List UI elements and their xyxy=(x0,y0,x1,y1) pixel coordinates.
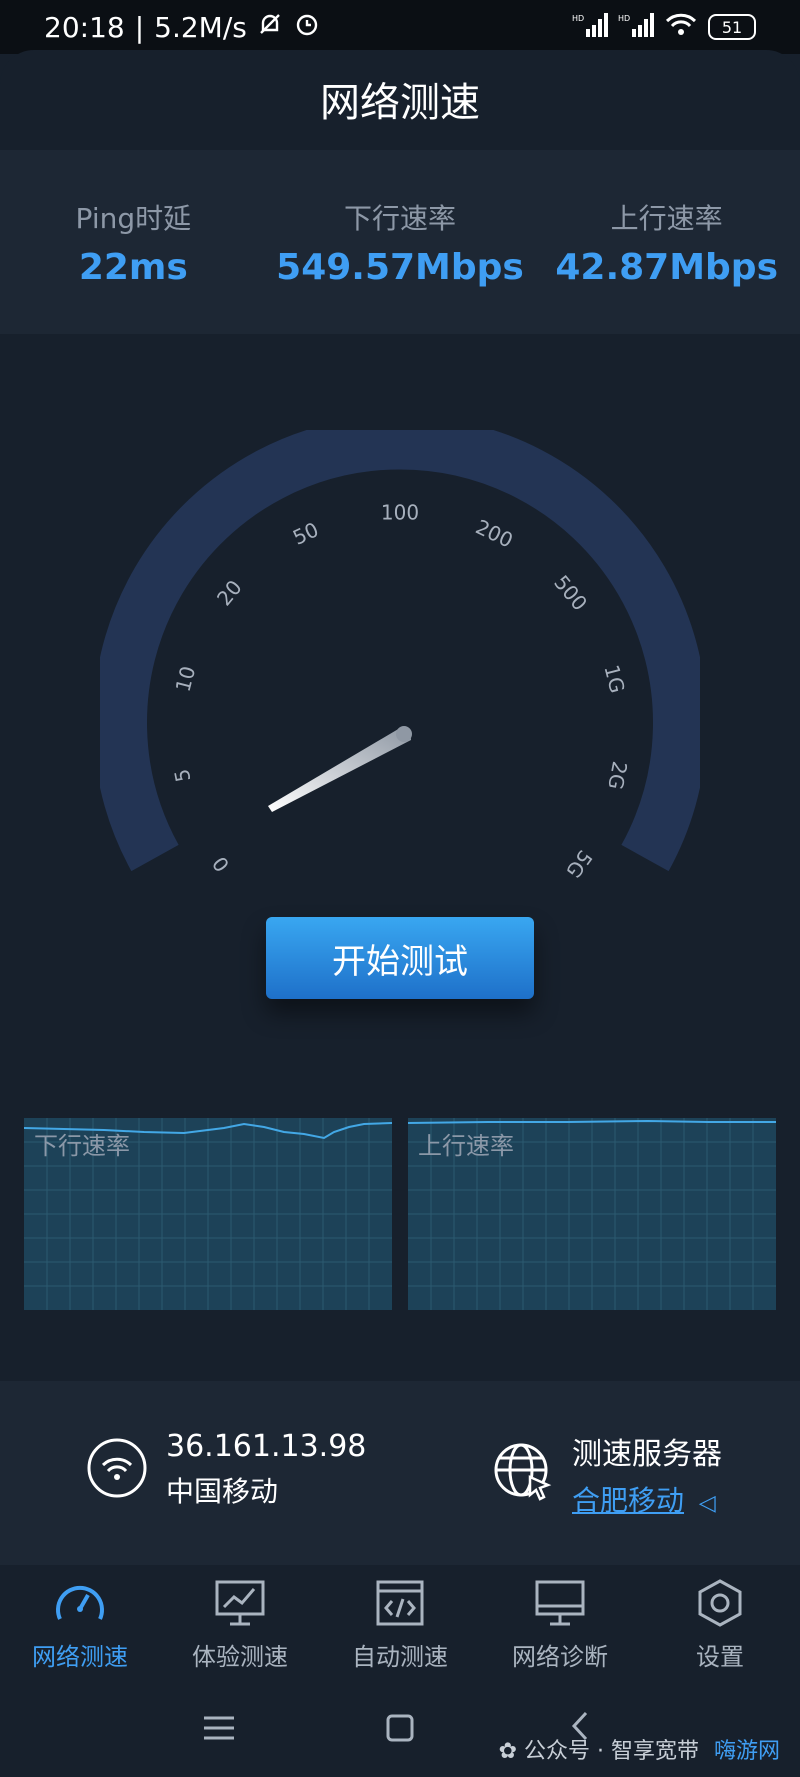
browser-code-icon xyxy=(374,1579,426,1631)
gauge-tick-label: 500 xyxy=(549,570,592,615)
network-info-text: 36.161.13.98 中国移动 xyxy=(166,1429,366,1510)
status-time: 20:18 xyxy=(44,10,125,44)
wifi-icon xyxy=(664,11,698,44)
gauge-tick-label: 5 xyxy=(169,767,195,784)
connection-info-panel: 36.161.13.98 中国移动 测速服务器 合肥移动 ◁ xyxy=(0,1381,800,1565)
nav-label-settings: 设置 xyxy=(696,1642,744,1671)
server-info: 测速服务器 合肥移动 ◁ xyxy=(492,1429,722,1519)
watermark-brand: 嗨游网 xyxy=(713,1739,780,1764)
status-separator: | xyxy=(134,10,145,44)
nav-item-diagnose[interactable]: 网络诊断 xyxy=(480,1565,640,1685)
svg-text:HD: HD xyxy=(572,14,584,23)
gauge-tick-label: 0 xyxy=(207,852,234,876)
network-info: 36.161.13.98 中国移动 xyxy=(86,1429,366,1510)
monitor-chart-icon xyxy=(214,1579,266,1631)
download-chart-label: 下行速率 xyxy=(34,1132,130,1160)
menu-icon[interactable] xyxy=(204,1715,234,1745)
monitor-icon xyxy=(534,1579,586,1631)
nav-label-auto: 自动测速 xyxy=(352,1642,448,1671)
gauge-tick-label: 20 xyxy=(212,575,247,610)
gauge-tick-label: 50 xyxy=(289,517,322,550)
gauge-tick-label: 100 xyxy=(381,501,419,525)
server-label: 测速服务器 xyxy=(572,1437,722,1472)
upload-value: 42.87Mbps xyxy=(555,246,779,288)
upload-label: 上行速率 xyxy=(610,201,723,235)
upload-chart-label: 上行速率 xyxy=(418,1132,514,1160)
upload-chart: 上行速率 xyxy=(408,1118,776,1310)
stats-panel: Ping时延 22ms 下行速率 549.57Mbps 上行速率 42.87Mb… xyxy=(0,150,800,334)
nav-item-auto[interactable]: 自动测速 xyxy=(320,1565,480,1685)
system-navigation-bar: ✿ 公众号 · 智享宽带 嗨游网 xyxy=(0,1685,800,1777)
signal-icon-2: HD xyxy=(618,11,654,44)
nav-item-experience[interactable]: 体验测速 xyxy=(160,1565,320,1685)
server-value-link[interactable]: 合肥移动 xyxy=(572,1484,684,1517)
gauge-needle-hub xyxy=(396,726,412,742)
battery-level: 51 xyxy=(721,17,743,37)
nav-label-experience: 体验测速 xyxy=(192,1642,288,1671)
caret-left-icon[interactable]: ◁ xyxy=(699,1491,716,1516)
gauge-tick-label: 1G xyxy=(599,662,629,695)
signal-icon: HD xyxy=(572,11,608,44)
download-label: 下行速率 xyxy=(344,201,457,235)
bottom-nav: 网络测速 体验测速 自动测速 网络诊断 设置 xyxy=(0,1565,800,1685)
server-info-text: 测速服务器 合肥移动 ◁ xyxy=(572,1429,722,1519)
gauge-tick-label: 10 xyxy=(171,664,201,695)
ping-label: Ping时延 xyxy=(75,201,192,235)
nav-label-diagnose: 网络诊断 xyxy=(512,1642,608,1671)
gauge-scale: 0 5 10 20 50 100 200 500 1G 2G 5G xyxy=(169,501,632,883)
download-chart: 下行速率 xyxy=(24,1118,392,1310)
stat-ping: Ping时延 22ms xyxy=(0,150,267,334)
bell-off-icon xyxy=(257,11,283,44)
nav-label-speedtest: 网络测速 xyxy=(32,1642,128,1671)
nav-item-settings[interactable]: 设置 xyxy=(640,1565,800,1685)
watermark: ✿ 公众号 · 智享宽带 嗨游网 xyxy=(499,1733,780,1765)
wifi-circle-icon xyxy=(86,1437,148,1503)
page-title: 网络测速 xyxy=(320,80,480,126)
stat-download: 下行速率 549.57Mbps xyxy=(267,150,534,334)
home-square-icon[interactable] xyxy=(386,1714,414,1746)
status-network-speed: 5.2M/s xyxy=(154,10,247,44)
ping-value: 22ms xyxy=(78,246,188,288)
nav-item-speedtest[interactable]: 网络测速 xyxy=(0,1565,160,1685)
isp-name: 中国移动 xyxy=(166,1475,279,1508)
battery-icon: 51 xyxy=(708,14,756,40)
ip-address: 36.161.13.98 xyxy=(166,1429,367,1464)
speed-gauge: 0 5 10 20 50 100 200 500 1G 2G 5G xyxy=(93,415,707,890)
status-bar: 20:18 | 5.2M/s HD HD 51 xyxy=(0,0,800,54)
globe-cursor-icon xyxy=(492,1441,554,1507)
start-test-button[interactable]: 开始测试 xyxy=(266,917,534,999)
alarm-icon xyxy=(293,10,321,45)
gauge-tick-label: 200 xyxy=(472,515,517,553)
svg-text:HD: HD xyxy=(618,14,630,23)
server-selector[interactable]: 合肥移动 ◁ xyxy=(572,1479,722,1519)
gauge-tick-label: 5G xyxy=(561,846,597,883)
stat-upload: 上行速率 42.87Mbps xyxy=(533,150,800,334)
watermark-text: 公众号 · 智享宽带 xyxy=(524,1739,699,1764)
wechat-icon: ✿ xyxy=(498,1739,517,1764)
gauge-needle xyxy=(268,728,411,812)
speedometer-icon xyxy=(54,1579,106,1631)
download-value: 549.57Mbps xyxy=(276,246,524,288)
gauge-tick-label: 2G xyxy=(603,759,632,791)
settings-hexagon-icon xyxy=(694,1578,746,1631)
